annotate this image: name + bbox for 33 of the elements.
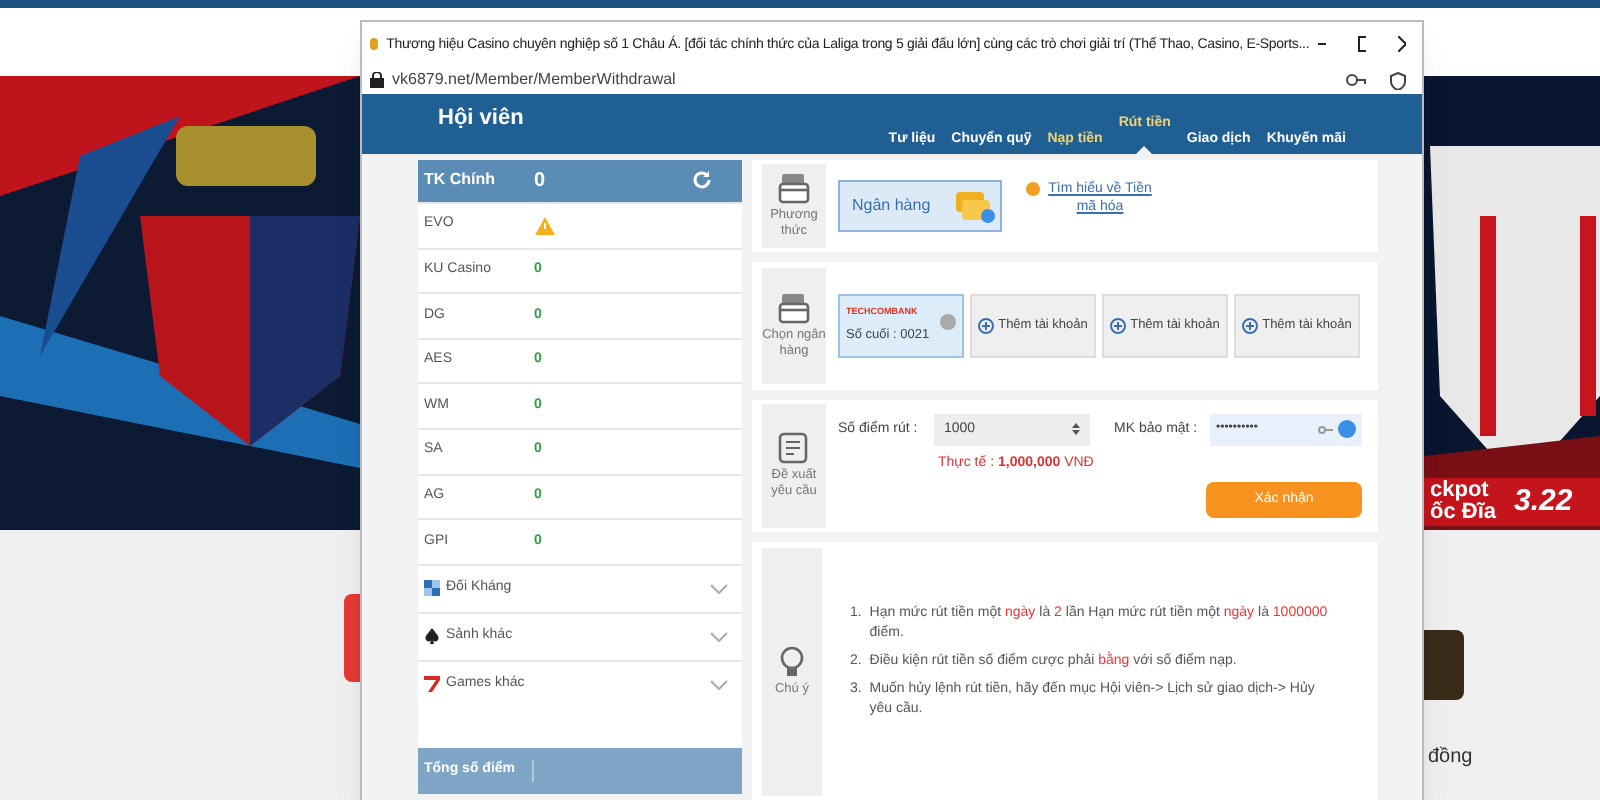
card-icon	[778, 172, 810, 204]
checker-icon	[424, 580, 440, 597]
seven-icon	[424, 676, 440, 693]
jackpot-label: ốc Đĩa	[1430, 502, 1499, 524]
wallet-balance: 0	[534, 167, 546, 196]
shield-icon[interactable]	[1390, 71, 1406, 89]
warning-icon	[534, 215, 556, 236]
form-icon	[778, 432, 810, 464]
chevron-icon	[710, 679, 728, 690]
page-title: Hội viên	[438, 104, 524, 134]
site-icon	[370, 38, 379, 50]
bank-method-option[interactable]: Ngân hàng	[838, 180, 1002, 232]
refresh-icon[interactable]	[692, 170, 712, 191]
help-icon[interactable]	[1338, 420, 1356, 439]
chevron-icon	[710, 631, 728, 642]
info-icon	[1026, 182, 1040, 196]
cards-icon	[952, 188, 996, 224]
lock-icon	[370, 72, 384, 88]
bulb-icon	[775, 646, 808, 678]
spade-icon	[424, 628, 440, 645]
plus-icon	[1242, 318, 1259, 334]
jackpot-label: ckpot	[1430, 480, 1491, 502]
key-icon	[1318, 423, 1334, 436]
wallet-label: TK Chính	[424, 168, 498, 193]
caption: đồng	[1428, 744, 1473, 772]
spinner-arrows-icon[interactable]	[1072, 422, 1080, 437]
card-icon	[778, 292, 810, 324]
plus-icon	[1110, 318, 1127, 334]
jackpot-value: 3.22	[1514, 481, 1573, 522]
plus-icon	[978, 318, 995, 334]
caption-thumbnail	[1424, 630, 1464, 700]
chevron-icon	[710, 583, 728, 594]
key-icon[interactable]	[1346, 72, 1366, 88]
